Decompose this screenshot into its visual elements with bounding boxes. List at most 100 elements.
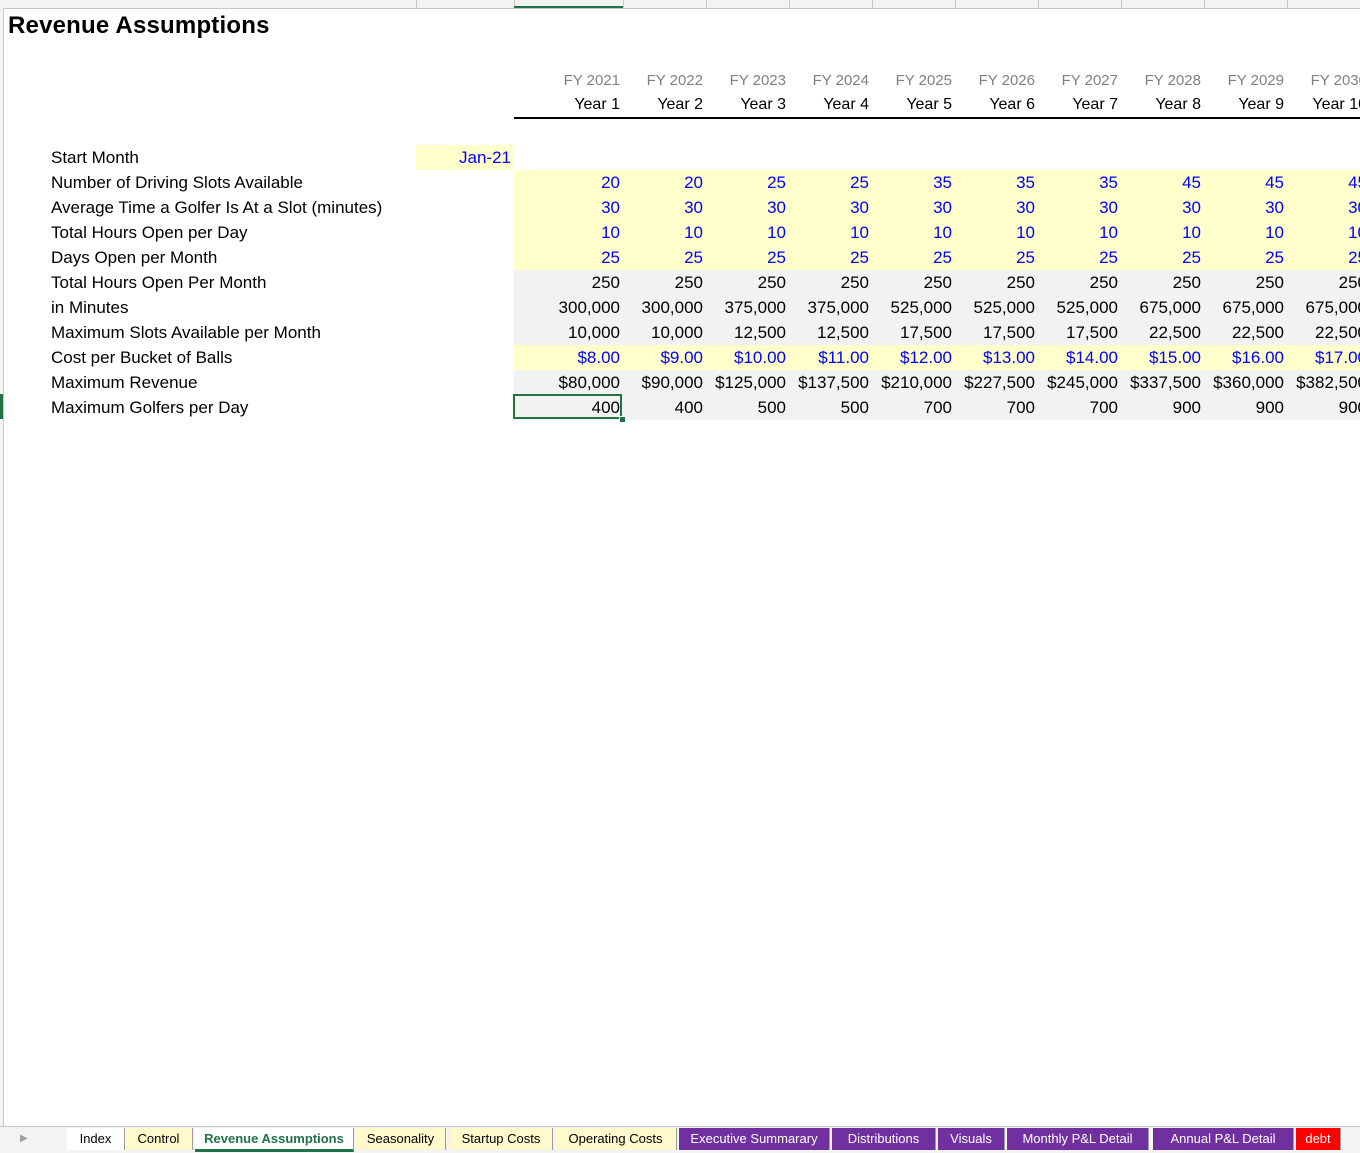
value-cell[interactable]: $15.00 (1118, 345, 1201, 370)
value-cell[interactable]: $8.00 (537, 345, 620, 370)
sheet-tab[interactable]: Monthly P&L Detail (1007, 1128, 1149, 1150)
value-cell[interactable]: 250 (1118, 270, 1201, 295)
value-cell[interactable]: 45 (1201, 170, 1284, 195)
value-cell[interactable]: 250 (869, 270, 952, 295)
value-cell[interactable]: 10 (537, 220, 620, 245)
value-cell[interactable]: 25 (1118, 245, 1201, 270)
tab-scroll-right-icon[interactable]: ▶ (20, 1133, 28, 1144)
value-cell[interactable]: 22,500 (1201, 320, 1284, 345)
fill-handle[interactable] (619, 416, 626, 423)
value-cell[interactable]: 25 (1201, 245, 1284, 270)
value-cell[interactable]: 250 (1035, 270, 1118, 295)
value-cell[interactable]: 700 (952, 395, 1035, 420)
sheet-tab[interactable]: Distributions (832, 1128, 936, 1150)
value-cell[interactable]: 500 (786, 395, 869, 420)
value-cell[interactable]: 700 (869, 395, 952, 420)
value-cell[interactable]: 250 (1201, 270, 1284, 295)
sheet-tab[interactable]: Visuals (938, 1128, 1005, 1150)
value-cell[interactable]: 35 (1035, 170, 1118, 195)
value-cell[interactable]: $9.00 (620, 345, 703, 370)
sheet-tab[interactable]: Seasonality (356, 1128, 446, 1150)
value-cell[interactable]: 675,000 (1284, 295, 1360, 320)
value-cell[interactable]: $125,000 (703, 370, 786, 395)
sheet-tab[interactable]: Startup Costs (450, 1128, 553, 1150)
value-cell[interactable]: 45 (1118, 170, 1201, 195)
value-cell[interactable]: 30 (1118, 195, 1201, 220)
value-cell[interactable]: 10,000 (537, 320, 620, 345)
value-cell[interactable]: 30 (786, 195, 869, 220)
value-cell[interactable]: 22,500 (1118, 320, 1201, 345)
value-cell[interactable]: 250 (537, 270, 620, 295)
value-cell[interactable]: 900 (1284, 395, 1360, 420)
value-cell[interactable]: 30 (620, 195, 703, 220)
value-cell[interactable]: 30 (1201, 195, 1284, 220)
sheet-tab[interactable]: debt (1296, 1128, 1341, 1150)
value-cell[interactable]: 25 (786, 245, 869, 270)
value-cell[interactable]: $14.00 (1035, 345, 1118, 370)
value-cell[interactable]: 525,000 (952, 295, 1035, 320)
sheet-tab[interactable]: Revenue Assumptions (195, 1128, 354, 1152)
value-cell[interactable]: $80,000 (537, 370, 620, 395)
value-cell[interactable]: 30 (1284, 195, 1360, 220)
value-cell[interactable]: 20 (620, 170, 703, 195)
value-cell[interactable]: 25 (703, 170, 786, 195)
value-cell[interactable]: $137,500 (786, 370, 869, 395)
value-cell[interactable]: $337,500 (1118, 370, 1201, 395)
value-cell[interactable]: 30 (869, 195, 952, 220)
value-cell[interactable]: 525,000 (869, 295, 952, 320)
value-cell[interactable]: 10 (952, 220, 1035, 245)
value-cell[interactable]: 12,500 (786, 320, 869, 345)
value-cell[interactable]: 10 (1035, 220, 1118, 245)
value-cell[interactable]: $13.00 (952, 345, 1035, 370)
sheet-tab[interactable]: Index (67, 1128, 125, 1150)
value-cell[interactable]: 400 (620, 395, 703, 420)
value-cell[interactable]: 10 (620, 220, 703, 245)
value-cell[interactable]: 700 (1035, 395, 1118, 420)
sheet-tab[interactable]: Operating Costs (555, 1128, 677, 1150)
value-cell[interactable]: 30 (952, 195, 1035, 220)
value-cell[interactable]: 25 (620, 245, 703, 270)
value-cell[interactable]: 10,000 (620, 320, 703, 345)
value-cell[interactable]: $16.00 (1201, 345, 1284, 370)
sheet-tab[interactable]: Annual P&L Detail (1153, 1128, 1294, 1150)
value-cell[interactable]: 300,000 (620, 295, 703, 320)
value-cell[interactable]: 375,000 (703, 295, 786, 320)
value-cell[interactable]: 675,000 (1118, 295, 1201, 320)
value-cell[interactable]: 10 (786, 220, 869, 245)
selected-cell[interactable] (513, 394, 622, 419)
value-cell[interactable]: $227,500 (952, 370, 1035, 395)
value-cell[interactable]: 25 (537, 245, 620, 270)
value-cell[interactable]: 500 (703, 395, 786, 420)
value-cell[interactable]: 20 (537, 170, 620, 195)
value-cell[interactable]: 30 (1035, 195, 1118, 220)
value-cell[interactable]: 25 (1284, 245, 1360, 270)
value-cell[interactable]: 10 (1201, 220, 1284, 245)
value-cell[interactable]: 250 (786, 270, 869, 295)
value-cell[interactable]: 25 (786, 170, 869, 195)
value-cell[interactable]: 10 (703, 220, 786, 245)
value-cell[interactable]: $360,000 (1201, 370, 1284, 395)
sheet-tab[interactable]: Executive Summarary (679, 1128, 830, 1150)
value-cell[interactable]: $11.00 (786, 345, 869, 370)
value-cell[interactable]: 375,000 (786, 295, 869, 320)
value-cell[interactable]: 35 (952, 170, 1035, 195)
value-cell[interactable]: 900 (1201, 395, 1284, 420)
value-cell[interactable]: 17,500 (869, 320, 952, 345)
value-cell[interactable]: 22,500 (1284, 320, 1360, 345)
value-cell[interactable]: 30 (703, 195, 786, 220)
value-cell[interactable]: 17,500 (952, 320, 1035, 345)
value-cell[interactable]: $245,000 (1035, 370, 1118, 395)
value-cell[interactable]: $12.00 (869, 345, 952, 370)
value-cell[interactable]: 10 (1118, 220, 1201, 245)
value-cell[interactable]: $382,500 (1284, 370, 1360, 395)
value-cell[interactable]: 25 (703, 245, 786, 270)
value-cell[interactable]: 10 (1284, 220, 1360, 245)
value-cell[interactable]: 30 (537, 195, 620, 220)
value-cell[interactable]: 35 (869, 170, 952, 195)
value-cell[interactable]: 45 (1284, 170, 1360, 195)
value-cell[interactable]: 12,500 (703, 320, 786, 345)
value-cell[interactable]: $10.00 (703, 345, 786, 370)
value-cell[interactable]: 17,500 (1035, 320, 1118, 345)
value-cell[interactable]: $17.00 (1284, 345, 1360, 370)
value-cell[interactable]: $90,000 (620, 370, 703, 395)
